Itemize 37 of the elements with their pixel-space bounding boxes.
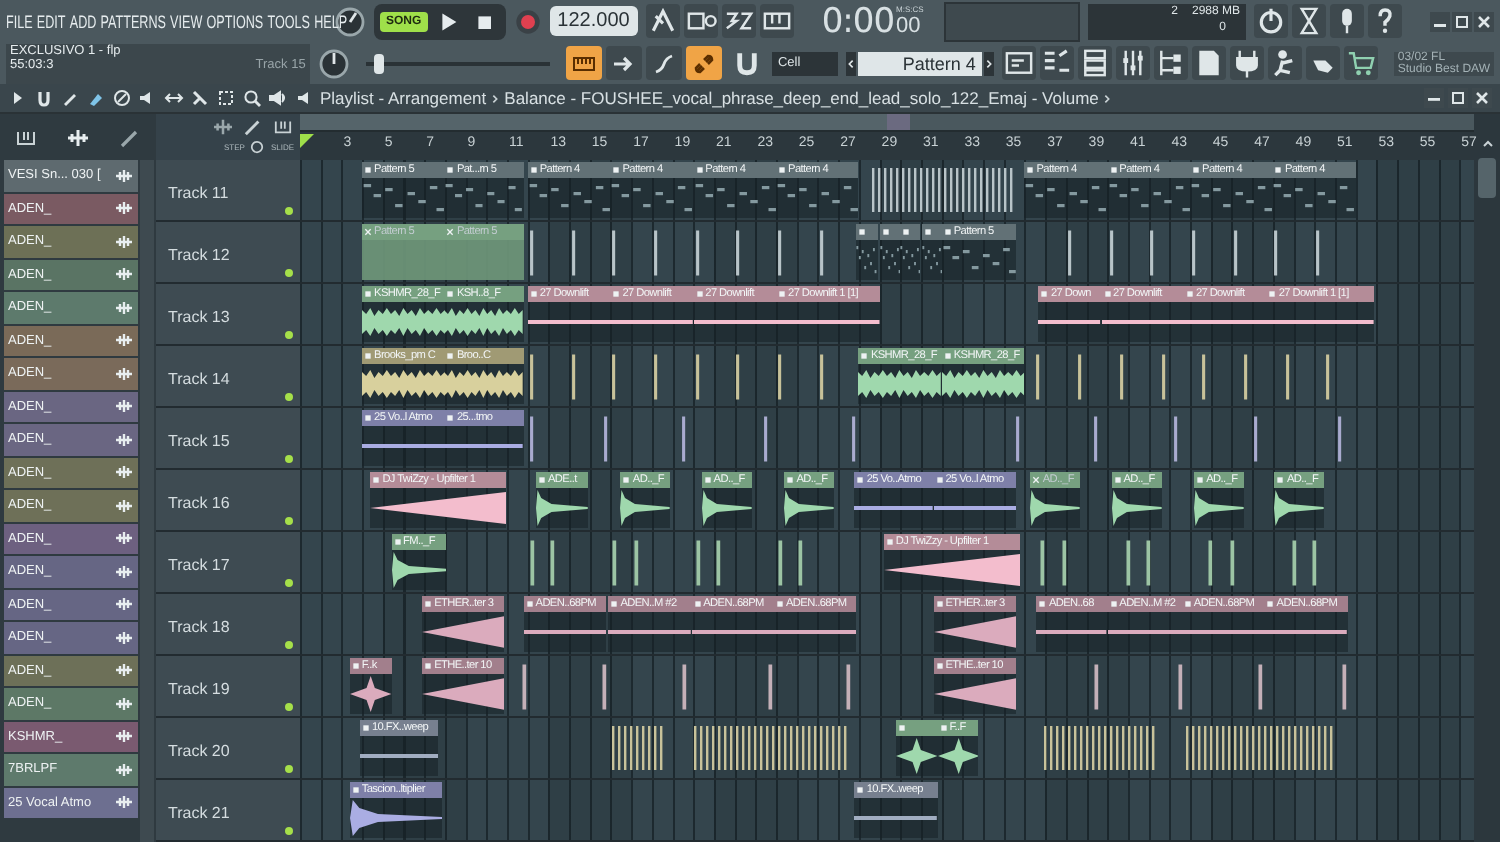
track-name: Track 19 [168, 680, 230, 698]
track-name: Track 20 [168, 742, 230, 760]
track-header[interactable]: Track 12 [156, 222, 300, 282]
track-header[interactable]: Track 20 [156, 718, 300, 778]
track-name: Track 11 [168, 184, 229, 202]
track-name: Track 14 [168, 370, 230, 388]
menu-item[interactable]: OPTIONS [206, 11, 264, 31]
playlist-title: Playlist - Arrangement [320, 88, 487, 108]
menu-item[interactable]: TOOLS [267, 11, 310, 31]
track-header[interactable]: Track 21 [156, 780, 300, 840]
menu-item[interactable]: FILE [6, 11, 33, 31]
track-header[interactable]: Track 11 [156, 160, 300, 220]
track-header[interactable]: Track 15 [156, 408, 300, 468]
track-name: Track 12 [168, 246, 230, 264]
track-header[interactable]: Track 19 [156, 656, 300, 716]
track-name: Track 17 [168, 556, 230, 574]
time-fraction: 00 [896, 14, 923, 38]
track-header[interactable]: Track 18 [156, 594, 300, 654]
tempo-field[interactable]: 122.000 [549, 6, 638, 36]
track-header[interactable]: Track 16 [156, 470, 300, 530]
track-header[interactable]: Track 17 [156, 532, 300, 592]
time-value: 0:00 [821, 1, 895, 41]
menu-item[interactable]: VIEW [170, 11, 203, 31]
menu-item[interactable]: HELP [314, 11, 348, 31]
track-header[interactable]: Track 13 [156, 284, 300, 344]
menu-item[interactable]: EDIT [36, 11, 66, 31]
menu-item[interactable]: ADD [69, 11, 97, 31]
track-name: Track 18 [168, 618, 230, 636]
track-header[interactable]: Track 14 [156, 346, 300, 406]
track-name: Track 13 [168, 308, 230, 326]
menu-item[interactable]: PATTERNS [100, 11, 166, 31]
track-name: Track 21 [168, 804, 230, 822]
track-name: Track 15 [168, 432, 230, 450]
pattern-name[interactable]: Pattern 4 [857, 51, 982, 75]
playlist-path: Balance - FOUSHEE_vocal_phrase_deep_end_lead_solo_122_Emaj - Volume [504, 88, 1099, 108]
track-name: Track 16 [168, 494, 230, 512]
pattern-selector[interactable]: Pattern 4 [845, 51, 994, 75]
